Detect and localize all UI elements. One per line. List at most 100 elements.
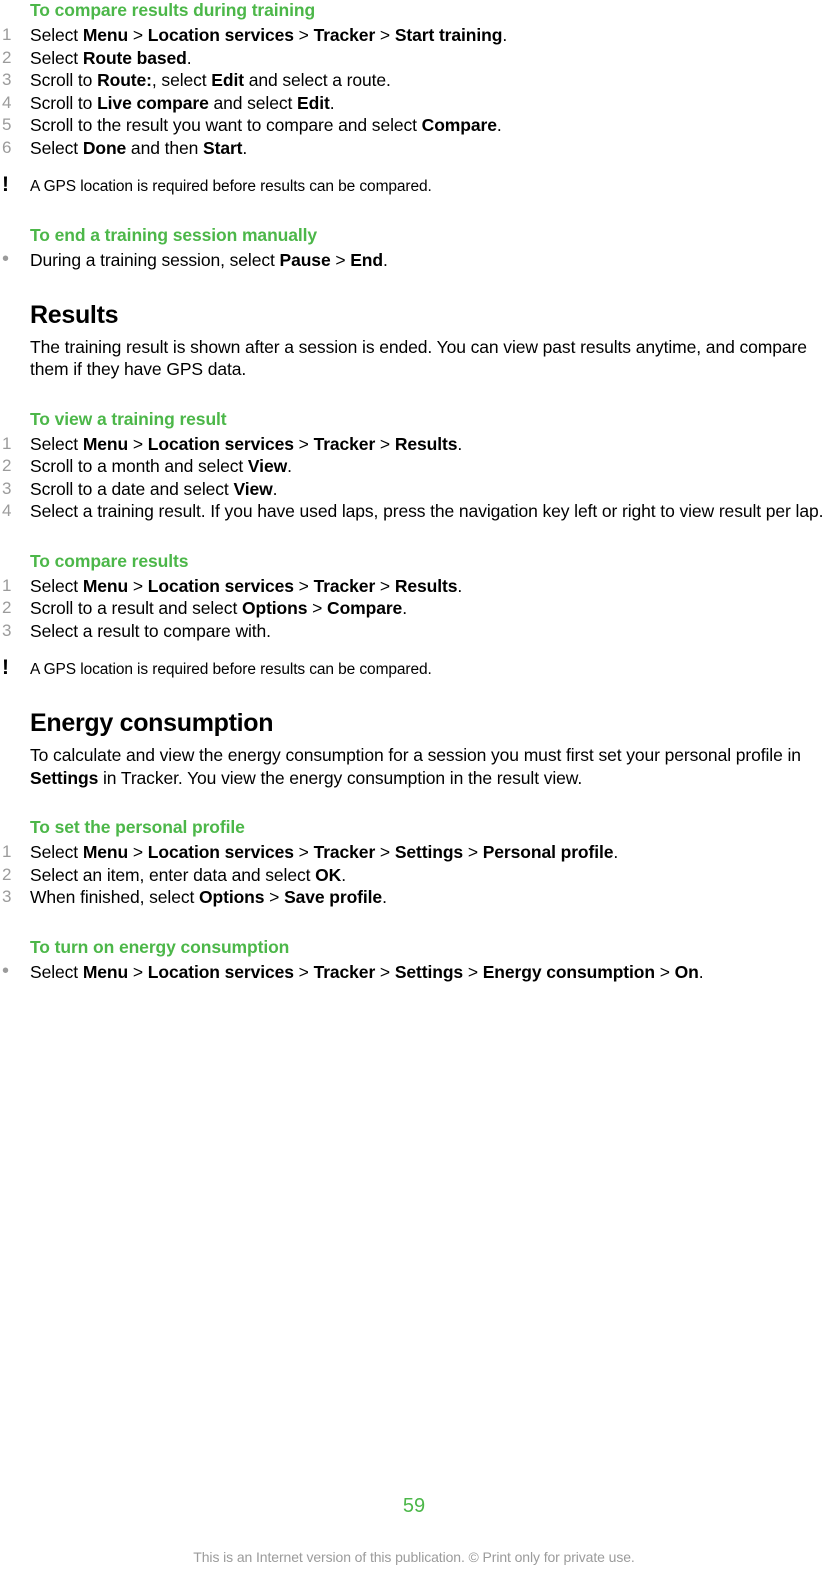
body-text: and select a route. bbox=[243, 70, 391, 90]
body-text: . bbox=[402, 598, 407, 618]
ui-term: On bbox=[674, 961, 699, 982]
body-text: . bbox=[287, 456, 292, 476]
step-text: When finished, select Options > Save pro… bbox=[30, 886, 828, 909]
numbered-step-item: 1 Select Menu > Location services > Track… bbox=[0, 433, 828, 456]
ui-term: Pause bbox=[279, 250, 331, 270]
body-text: Select bbox=[30, 137, 83, 158]
step-text: Select Route based. bbox=[30, 47, 828, 70]
body-text: Select bbox=[30, 25, 83, 45]
step-number: 2 bbox=[2, 47, 12, 67]
numbered-step-item: 3 When finished, select Options > Save pr… bbox=[0, 886, 828, 909]
body-text: Scroll to bbox=[30, 70, 98, 90]
step-text: During a training session, select Pause … bbox=[30, 249, 828, 272]
step-text: Select a result to compare with. bbox=[30, 620, 828, 643]
numbered-step-item: 2 Select an item, enter data and select O… bbox=[0, 864, 828, 887]
ui-term: Route: bbox=[97, 70, 152, 90]
ui-term: Location services bbox=[147, 842, 294, 862]
step-number: 2 bbox=[2, 456, 12, 475]
ui-term: Personal profile bbox=[482, 842, 614, 862]
bullet-icon: • bbox=[2, 248, 9, 270]
steps-list-view-training-result: 1 Select Menu > Location services > Track… bbox=[0, 433, 828, 523]
numbered-step-item: 5 Scroll to the result you want to compar… bbox=[0, 114, 828, 137]
step-text: Select Menu > Location services > Tracke… bbox=[30, 24, 828, 47]
step-number: 1 bbox=[2, 842, 12, 861]
body-text: > bbox=[375, 961, 395, 982]
step-number: 2 bbox=[2, 598, 12, 617]
step-text: Scroll to Route:, select Edit and select… bbox=[30, 69, 828, 92]
task-heading-turn-on-energy-consumption: To turn on energy consumption bbox=[30, 936, 290, 957]
body-text: . bbox=[496, 115, 502, 135]
body-text: > bbox=[375, 842, 395, 862]
step-text: Select a training result. If you have us… bbox=[30, 500, 828, 523]
ui-term: Options bbox=[199, 887, 265, 907]
ui-term: Location services bbox=[147, 25, 294, 45]
step-number: 1 bbox=[2, 433, 12, 453]
body-text: in Tracker. You view the energy consumpt… bbox=[98, 767, 583, 788]
step-text: Select Menu > Location services > Tracke… bbox=[30, 433, 828, 456]
body-text: During a training session, select bbox=[30, 250, 280, 270]
numbered-step-item: 3 Scroll to Route:, select Edit and selec… bbox=[0, 69, 828, 92]
body-text: . bbox=[502, 25, 508, 45]
task-heading-set-personal-profile: To set the personal profile bbox=[30, 817, 245, 837]
steps-list-set-personal-profile: 1 Select Menu > Location services > Track… bbox=[0, 841, 828, 909]
step-number: 3 bbox=[2, 478, 12, 498]
bullet-icon: • bbox=[2, 959, 9, 982]
numbered-step-item: 4 Scroll to Live compare and select Edit. bbox=[0, 92, 828, 115]
body-text: > bbox=[293, 25, 314, 45]
ui-term: Route based bbox=[82, 47, 187, 68]
section-heading-energy-consumption: Energy consumption bbox=[30, 709, 274, 737]
body-text: > bbox=[264, 887, 285, 907]
ui-term: Menu bbox=[82, 575, 129, 596]
numbered-step-item: 1 Select Menu > Location services > Track… bbox=[0, 24, 828, 47]
body-text: > bbox=[128, 842, 148, 862]
note-gps-required-2: ! A GPS location is required before resu… bbox=[0, 657, 828, 680]
body-text: > bbox=[307, 598, 328, 618]
task-heading-end-training-session-manually: To end a training session manually bbox=[30, 225, 318, 245]
ui-term: Start bbox=[203, 137, 243, 158]
numbered-step-item: 3 Scroll to a date and select View. bbox=[0, 478, 828, 501]
step-text: Scroll to a date and select View. bbox=[30, 478, 828, 501]
ui-term: Location services bbox=[147, 961, 294, 982]
ui-term: Compare bbox=[327, 598, 403, 618]
page-content: To compare results during training 1 Sele… bbox=[0, 0, 828, 983]
body-text: > bbox=[463, 961, 483, 982]
body-text: To calculate and view the energy consump… bbox=[30, 745, 801, 765]
body-text: . bbox=[329, 92, 335, 113]
numbered-step-item: 2 Scroll to a result and select Options >… bbox=[0, 597, 828, 620]
step-text: Select an item, enter data and select OK… bbox=[30, 864, 828, 887]
numbered-step-item: 3 Select a result to compare with. bbox=[0, 620, 828, 643]
step-number: 1 bbox=[2, 25, 12, 44]
note-text: A GPS location is required before result… bbox=[30, 178, 432, 195]
step-text: Select Menu > Location services > Tracke… bbox=[30, 841, 828, 864]
body-text: > bbox=[128, 433, 148, 454]
step-text: Scroll to a month and select View. bbox=[30, 455, 828, 478]
numbered-step-item: 1 Select Menu > Location services > Track… bbox=[0, 841, 828, 864]
ui-term: View bbox=[247, 456, 288, 476]
step-text: Scroll to Live compare and select Edit. bbox=[30, 92, 828, 115]
body-text: > bbox=[293, 433, 314, 454]
ui-term: Tracker bbox=[313, 961, 376, 982]
step-text: Select Done and then Start. bbox=[30, 137, 828, 160]
body-text: . bbox=[383, 250, 388, 270]
body-text: > bbox=[128, 575, 148, 596]
body-text: When finished, select bbox=[30, 887, 199, 907]
body-text: Select bbox=[30, 575, 83, 596]
ui-term: Edit bbox=[297, 92, 330, 113]
step-number: 4 bbox=[2, 501, 12, 520]
body-text: Scroll to a result and select bbox=[30, 598, 242, 618]
ui-term: Tracker bbox=[313, 575, 376, 596]
ui-term: Compare bbox=[421, 115, 497, 135]
body-text: > bbox=[375, 433, 395, 454]
step-number: 2 bbox=[2, 864, 12, 884]
step-number: 6 bbox=[2, 137, 12, 157]
ui-term: Live compare bbox=[97, 92, 209, 113]
ui-term: Save profile bbox=[284, 887, 383, 907]
ui-term: View bbox=[233, 478, 273, 499]
body-text: > bbox=[463, 842, 483, 862]
